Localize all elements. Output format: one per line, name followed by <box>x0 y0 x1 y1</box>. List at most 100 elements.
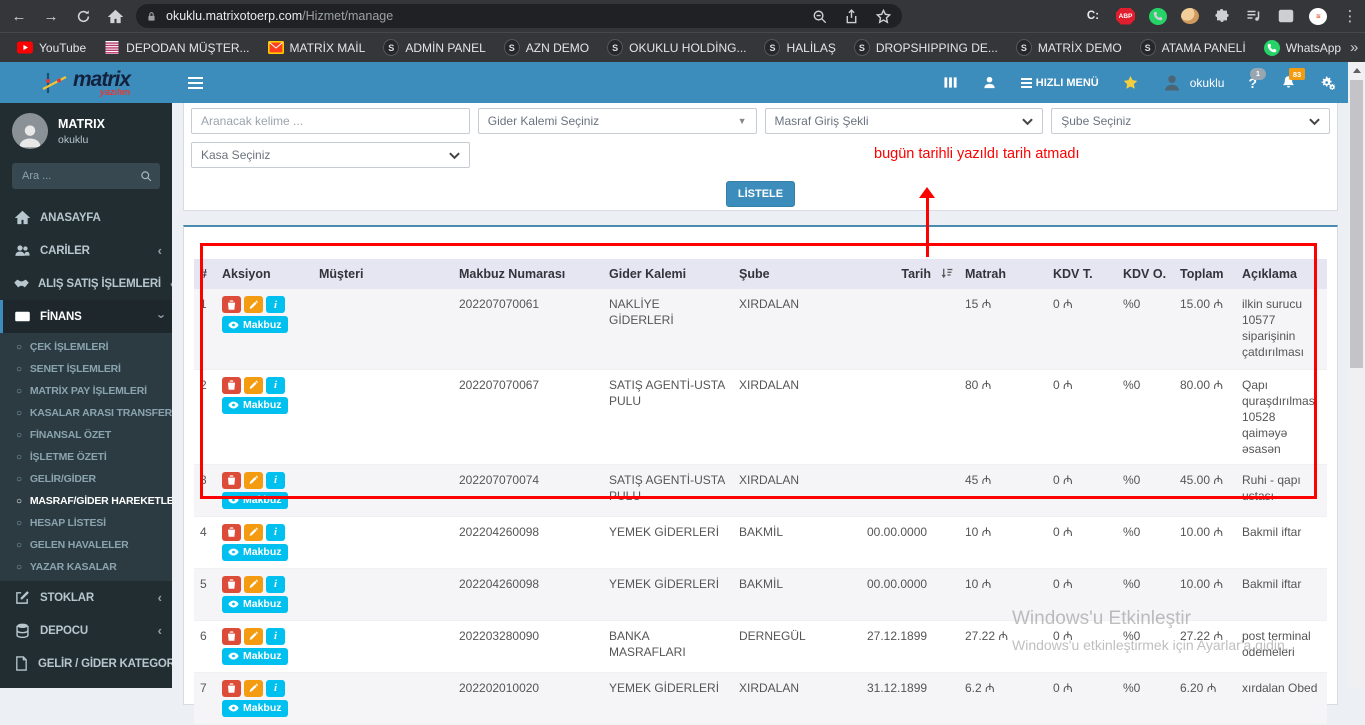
bookmark-item[interactable]: SATAMA PANELİ <box>1131 36 1255 60</box>
info-button[interactable]: i <box>266 472 285 489</box>
bookmark-item[interactable]: DEPODAN MÜŞTER... <box>95 36 258 60</box>
listele-button[interactable]: LİSTELE <box>726 181 795 207</box>
copilot-extension-icon[interactable]: C: <box>1084 7 1102 25</box>
sidebar-subitem-geli-r-gi-der[interactable]: ○GELİR/GİDER <box>0 468 172 490</box>
sidebar-subitem-kasalar-arasi-transfer[interactable]: ○KASALAR ARASI TRANSFER <box>0 402 172 424</box>
share-icon[interactable] <box>842 7 860 25</box>
columns-icon[interactable] <box>943 75 958 90</box>
edit-button[interactable] <box>244 296 263 313</box>
extensions-puzzle-icon[interactable] <box>1213 7 1231 25</box>
quick-menu-button[interactable]: HIZLI MENÜ <box>1021 77 1099 89</box>
lock-icon[interactable] <box>146 10 158 23</box>
makbuz-button[interactable]: Makbuz <box>222 700 288 717</box>
column-header-gider-kalemi[interactable]: Gider Kalemi <box>603 259 733 289</box>
forward-button[interactable]: → <box>38 3 64 29</box>
info-button[interactable]: i <box>266 680 285 697</box>
sidebar-subitem-matri-x-pay-i-lemleri[interactable]: ○MATRİX PAY İŞLEMLERİ <box>0 380 172 402</box>
sidebar-subitem-ek-i-lemleri[interactable]: ○ÇEK İŞLEMLERİ <box>0 336 172 358</box>
edit-button[interactable] <box>244 628 263 645</box>
makbuz-button[interactable]: Makbuz <box>222 544 288 561</box>
bookmark-item[interactable]: YouTube <box>8 36 95 60</box>
bookmark-item[interactable]: MATRİX MAİL <box>259 36 375 60</box>
kasa-select[interactable]: Kasa Seçiniz <box>191 142 470 168</box>
info-button[interactable]: i <box>266 628 285 645</box>
info-button[interactable]: i <box>266 296 285 313</box>
browser-menu-icon[interactable]: ⋮ <box>1341 7 1359 25</box>
address-bar[interactable]: okuklu.matrixotoerp.com/Hizmet/manage <box>136 4 902 28</box>
scrollbar-thumb[interactable] <box>1350 80 1363 368</box>
bookmark-item[interactable]: SADMİN PANEL <box>374 36 494 60</box>
column-header-makbuz-numaras[interactable]: Makbuz Numarası <box>453 259 603 289</box>
sidebar-item-ali-sati-i-lemleri[interactable]: ALIŞ SATIŞ İŞLEMLERİ‹ <box>0 267 172 300</box>
back-button[interactable]: ← <box>6 3 32 29</box>
edit-button[interactable] <box>244 680 263 697</box>
makbuz-button[interactable]: Makbuz <box>222 316 288 333</box>
makbuz-button[interactable]: Makbuz <box>222 397 288 414</box>
edit-button[interactable] <box>244 377 263 394</box>
column-header-toplam[interactable]: Toplam <box>1174 259 1236 289</box>
sube-select[interactable]: Şube Seçiniz <box>1051 108 1330 134</box>
sidebar-item-fi-nans[interactable]: FİNANS‹ <box>0 300 172 333</box>
avatar-extension-icon[interactable] <box>1181 8 1199 24</box>
adblock-extension-icon[interactable]: ABP <box>1116 8 1135 25</box>
scroll-up-arrow[interactable] <box>1348 62 1365 78</box>
bookmark-item[interactable]: WhatsApp <box>1255 36 1350 60</box>
delete-button[interactable] <box>222 628 241 645</box>
info-button[interactable]: i <box>266 576 285 593</box>
info-button[interactable]: i <box>266 524 285 541</box>
gider-kalemi-select[interactable]: Gider Kalemi Seçiniz ▼ <box>478 108 757 134</box>
edit-button[interactable] <box>244 524 263 541</box>
delete-button[interactable] <box>222 377 241 394</box>
user-profile[interactable]: okuklu <box>1162 73 1225 93</box>
column-header-kdv-t[interactable]: KDV T. <box>1047 259 1117 289</box>
sidebar-item-anasayfa[interactable]: ANASAYFA <box>0 201 172 234</box>
side-panel-icon[interactable] <box>1277 7 1295 25</box>
help-button[interactable]: ? 1 <box>1248 75 1257 91</box>
bookmark-item[interactable]: SDROPSHIPPING DE... <box>845 36 1007 60</box>
delete-button[interactable] <box>222 680 241 697</box>
bookmark-item[interactable]: SMATRİX DEMO <box>1007 36 1131 60</box>
settings-button[interactable] <box>1320 75 1335 90</box>
column-header-a-klama[interactable]: Açıklama <box>1236 259 1327 289</box>
sidebar-subitem-i-letme-zeti[interactable]: ○İŞLETME ÖZETİ <box>0 446 172 468</box>
sidebar-item-stoklar[interactable]: STOKLAR‹ <box>0 581 172 614</box>
sidebar-subitem-fi-nansal-zet[interactable]: ○FİNANSAL ÖZET <box>0 424 172 446</box>
brand-logo[interactable]: matrix yazılım <box>0 62 172 103</box>
zoom-indicator-icon[interactable] <box>810 7 828 25</box>
user-icon[interactable] <box>982 75 997 90</box>
edit-button[interactable] <box>244 576 263 593</box>
playlist-extension-icon[interactable] <box>1245 7 1263 25</box>
makbuz-button[interactable]: Makbuz <box>222 596 288 613</box>
edit-button[interactable] <box>244 472 263 489</box>
bookmark-item[interactable]: SOKUKLU HOLDİNG... <box>598 36 755 60</box>
favorites-star-icon[interactable] <box>1123 75 1138 90</box>
bookmark-item[interactable]: SHALİLAŞ <box>755 36 844 60</box>
bookmark-item[interactable]: SAZN DEMO <box>495 36 598 60</box>
sidebar-item-geli-r-gi-der-kategori[interactable]: GELİR / GİDER KATEGORİ <box>0 647 172 680</box>
column-header-m-teri[interactable]: Müşteri <box>313 259 453 289</box>
sidebar-search-input[interactable] <box>20 169 140 183</box>
column-header-matrah[interactable]: Matrah <box>959 259 1047 289</box>
makbuz-button[interactable]: Makbuz <box>222 492 288 509</box>
sidebar-subitem-hesap-li-stesi[interactable]: ○HESAP LİSTESİ <box>0 512 172 534</box>
masraf-giris-select[interactable]: Masraf Giriş Şekli <box>765 108 1044 134</box>
store-extension-icon[interactable]: ≋ <box>1309 8 1327 25</box>
home-button[interactable] <box>102 3 128 29</box>
makbuz-button[interactable]: Makbuz <box>222 648 288 665</box>
bookmarks-overflow-chevron[interactable]: » <box>1350 39 1358 56</box>
whatsapp-extension-icon[interactable] <box>1149 8 1167 25</box>
sidebar-subitem-gelen-havaleler[interactable]: ○GELEN HAVALELER <box>0 534 172 556</box>
column-header-kdv-o[interactable]: KDV O. <box>1117 259 1174 289</box>
delete-button[interactable] <box>222 472 241 489</box>
info-button[interactable]: i <box>266 377 285 394</box>
column-header-num[interactable]: # <box>194 259 216 289</box>
column-header-aksiyon[interactable]: Aksiyon <box>216 259 313 289</box>
column-header-tarih[interactable]: Tarih <box>861 259 959 289</box>
sidebar-subitem-yazar-kasalar[interactable]: ○YAZAR KASALAR <box>0 556 172 578</box>
delete-button[interactable] <box>222 296 241 313</box>
bookmark-star-icon[interactable] <box>874 7 892 25</box>
reload-button[interactable] <box>70 3 96 29</box>
keyword-input[interactable] <box>191 108 470 134</box>
sidebar-toggle-button[interactable] <box>188 77 203 89</box>
sidebar-subitem-senet-i-lemleri[interactable]: ○SENET İŞLEMLERİ <box>0 358 172 380</box>
